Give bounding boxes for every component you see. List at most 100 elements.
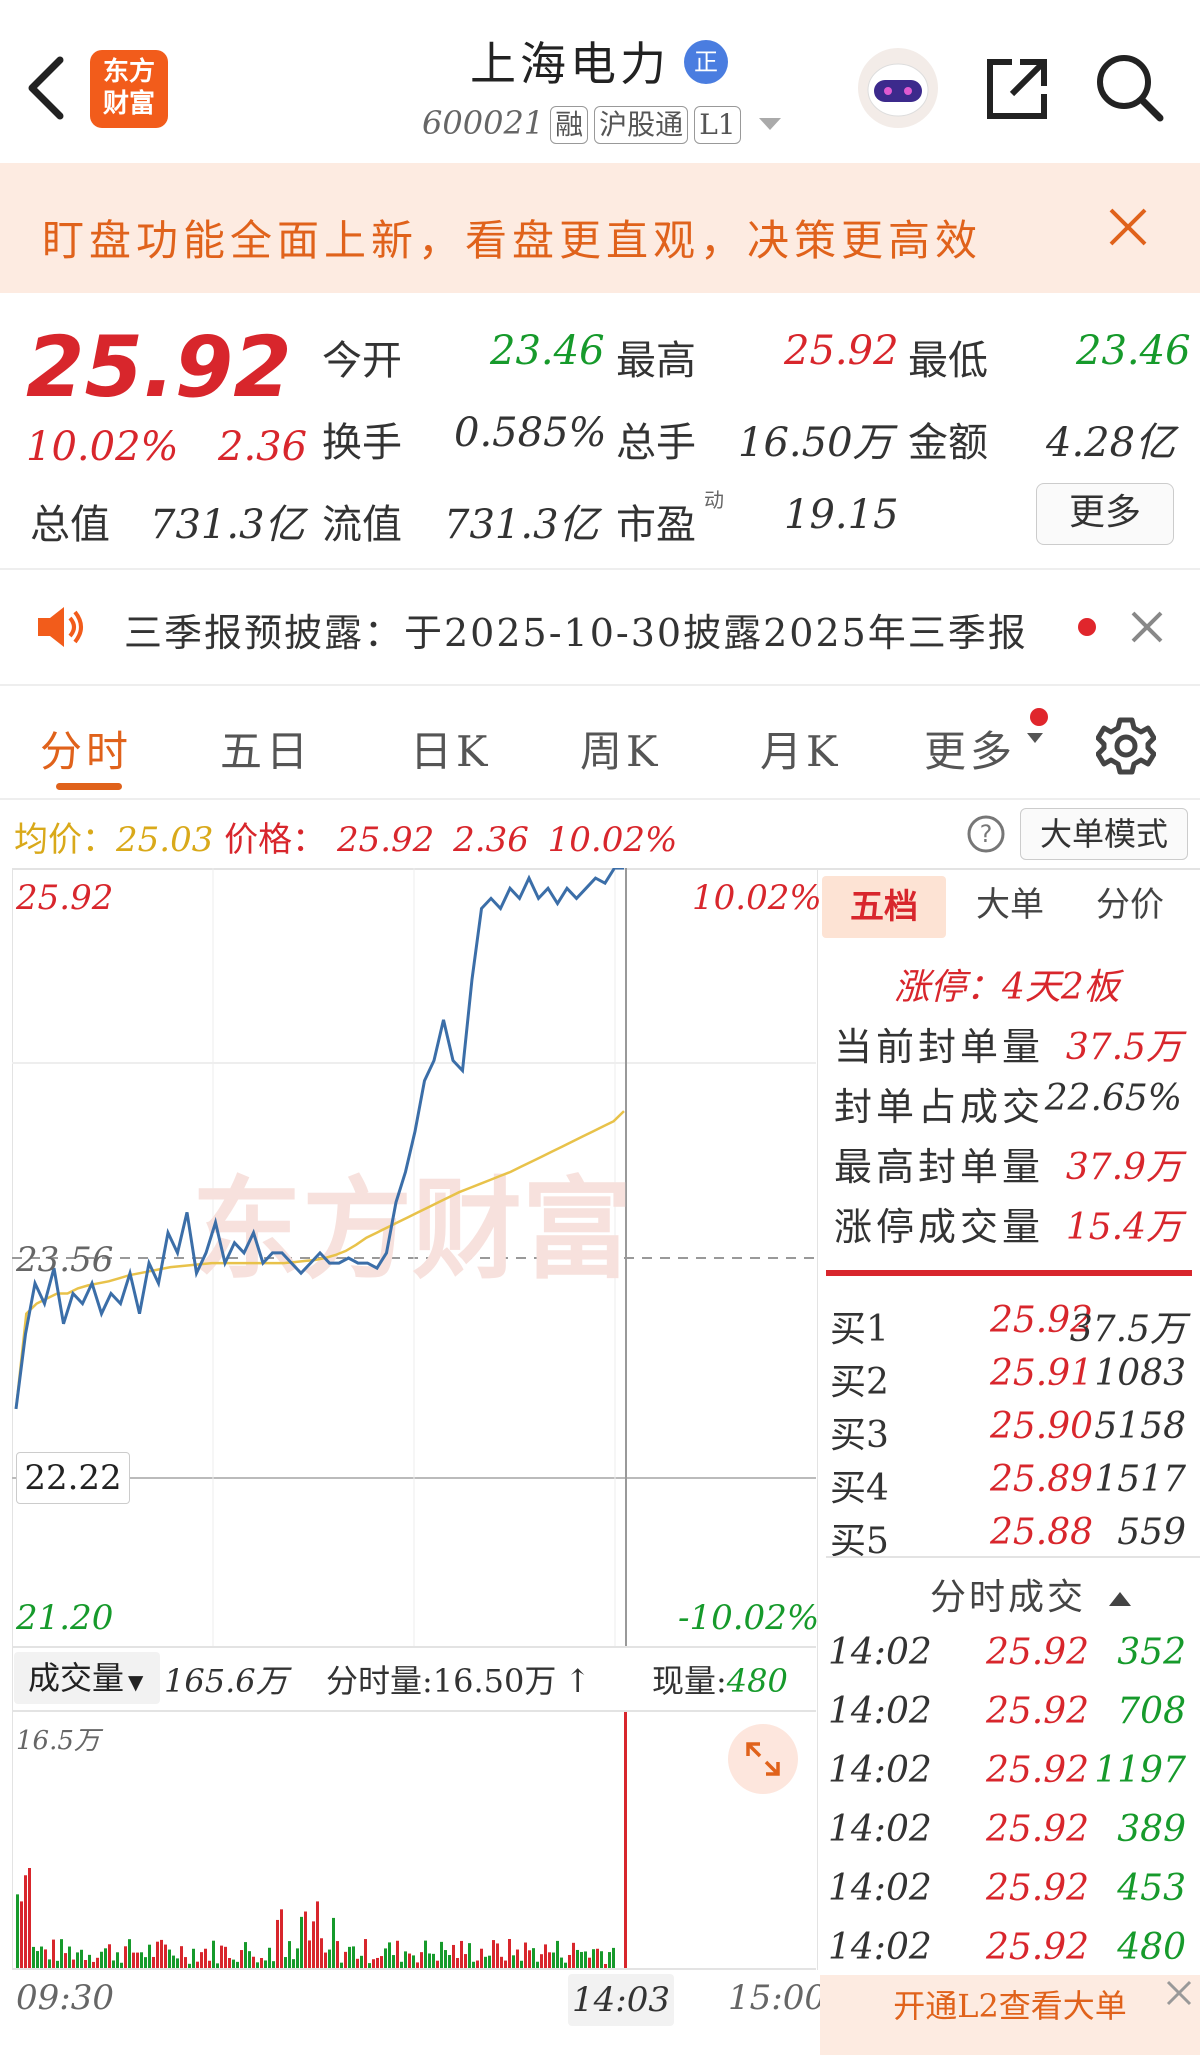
volume-bar: [252, 1956, 255, 1968]
help-icon[interactable]: ?: [966, 814, 1006, 854]
volume-bar: [324, 1952, 327, 1968]
volume-bar: [132, 1952, 135, 1968]
volume-bar: [520, 1960, 523, 1968]
trades-title[interactable]: 分时成交: [930, 1568, 1134, 1620]
search-icon[interactable]: [1094, 52, 1166, 124]
volume-bar: [48, 1959, 51, 1968]
time-end: 15:00: [728, 1978, 826, 2018]
tab-five-levels[interactable]: 五档: [822, 876, 946, 938]
volume-bar: [248, 1951, 251, 1968]
volume-bar: [240, 1950, 243, 1968]
volume-bar: [584, 1951, 587, 1968]
volume-bar: [456, 1958, 459, 1968]
volume-bar: [292, 1959, 295, 1968]
volume-chart[interactable]: [12, 1712, 816, 1970]
volume-bar: [308, 1940, 311, 1968]
volume-bar: [496, 1943, 499, 1968]
stat-label: 最高封单量: [834, 1145, 1045, 1189]
volume-bar: [608, 1952, 611, 1968]
stock-name: 上海电力: [470, 37, 670, 91]
robot-assistant-icon[interactable]: [856, 46, 940, 130]
volume-bar: [560, 1957, 563, 1968]
tab-intraday[interactable]: 分时: [40, 718, 132, 779]
close-icon[interactable]: [1164, 1978, 1194, 2008]
volume-bar: [448, 1955, 451, 1968]
volume-selector[interactable]: 成交量 ▼: [14, 1652, 160, 1704]
volume-bar: [480, 1948, 483, 1968]
tab-weekly-k[interactable]: 周K: [580, 718, 661, 779]
stock-code-line[interactable]: 600021 融沪股通 L1: [422, 104, 783, 144]
volume-bar: [180, 1946, 183, 1968]
tab-daily-k[interactable]: 日K: [410, 718, 491, 779]
volume-bar: [372, 1959, 375, 1968]
volume-bar: [396, 1940, 399, 1968]
volume-bar: [580, 1951, 583, 1968]
volume-bar: [284, 1957, 287, 1968]
zheng-badge-icon[interactable]: 正: [684, 40, 728, 84]
volume-bar: [556, 1940, 559, 1968]
tab-monthly-k[interactable]: 月K: [760, 718, 841, 779]
tag-margin: 融: [550, 106, 589, 144]
volume-bar: [336, 1941, 339, 1968]
volume-bar: [344, 1951, 347, 1968]
volume-bar: [220, 1945, 223, 1968]
volume-bar: [444, 1950, 447, 1968]
notice-banner[interactable]: 盯盘功能全面上新，看盘更直观，决策更高效: [0, 163, 1200, 293]
volume-bar: [60, 1939, 63, 1968]
bid-row[interactable]: 买2 25.91 1083: [826, 1353, 1190, 1405]
bid-row[interactable]: 买1 25.92 37.5万: [826, 1300, 1190, 1352]
volume-bar: [388, 1942, 391, 1968]
gear-icon[interactable]: [1096, 716, 1156, 776]
top-header: 东方 财富 上海电力 正 600021 融沪股通 L1: [0, 0, 1200, 160]
volume-bar: [484, 1956, 487, 1968]
stat-value: 37.5万: [1065, 1027, 1182, 1068]
axis-top-pct: 10.02%: [692, 878, 822, 918]
volume-bar: [460, 1940, 463, 1968]
high-label: 最高: [616, 338, 696, 384]
volume-bar: [200, 1952, 203, 1968]
volume-bar: [624, 1712, 627, 1968]
pe-label: 市盈: [616, 502, 696, 548]
price-line: [14, 868, 624, 1410]
tab-more[interactable]: 更多: [924, 718, 1016, 779]
bid-row[interactable]: 买3 25.90 5158: [826, 1406, 1190, 1458]
back-arrow-icon[interactable]: [26, 56, 66, 120]
more-quote-button[interactable]: 更多: [1036, 483, 1174, 545]
axis-bottom-pct: -10.02%: [678, 1598, 820, 1638]
tab-big-orders[interactable]: 大单: [976, 877, 1044, 926]
stock-code: 600021: [422, 104, 545, 142]
volume-bar: [408, 1953, 411, 1968]
pe-superscript: 动: [704, 488, 724, 512]
volume-bar: [452, 1944, 455, 1968]
avg-label: 均价：: [14, 820, 116, 860]
big-order-mode-button[interactable]: 大单模式: [1020, 808, 1188, 860]
volume-bar: [268, 1947, 271, 1968]
trade-row: 14:02 25.92 352: [828, 1632, 1186, 1673]
announcement-text[interactable]: 三季报预披露：于2025-10-30披露2025年三季报: [124, 602, 1028, 657]
volume-bar: [364, 1939, 367, 1968]
volume-bar: [384, 1948, 387, 1968]
change-value: 2.36: [453, 820, 529, 860]
dropdown-triangle-icon: [758, 118, 781, 130]
bid-row[interactable]: 买4 25.89 1517: [826, 1459, 1190, 1511]
volume-bar: [500, 1956, 503, 1968]
volume-bar: [356, 1958, 359, 1968]
close-icon[interactable]: [1108, 207, 1148, 247]
volume-bar: [348, 1946, 351, 1968]
l2-upgrade-banner[interactable]: 开通L2查看大单: [820, 1975, 1200, 2055]
share-icon[interactable]: [982, 54, 1052, 124]
tab-five-day[interactable]: 五日: [220, 718, 312, 779]
volume-bar: [468, 1943, 471, 1968]
volume-bar: [44, 1949, 47, 1968]
tag-connect: 沪股通: [594, 106, 689, 144]
close-icon[interactable]: [1130, 610, 1164, 644]
volume-bar: [528, 1950, 531, 1968]
notice-text: 盯盘功能全面上新，看盘更直观，决策更高效: [42, 216, 983, 265]
unread-dot: [1078, 618, 1096, 636]
time-cursor: 14:03: [568, 1974, 674, 2026]
expand-chart-button[interactable]: [728, 1724, 798, 1794]
tab-price-distribution[interactable]: 分价: [1096, 877, 1164, 926]
intraday-price-chart[interactable]: 东方财富: [12, 868, 816, 1648]
volume-bar: [568, 1954, 571, 1968]
amount-label: 金额: [908, 420, 988, 466]
